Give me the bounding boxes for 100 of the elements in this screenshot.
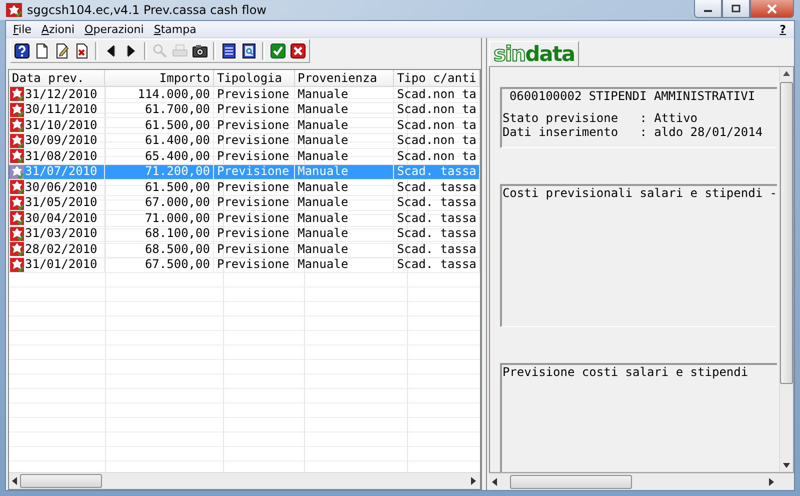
table-cell: Previsione <box>216 118 290 132</box>
detail-line: Stato previsione : Attivo <box>502 111 699 125</box>
table-cell: 61.500,00 <box>144 118 210 132</box>
table-cell: Manuale <box>298 180 348 194</box>
table-cell: Previsione <box>216 164 290 178</box>
table-row[interactable]: 31/01/2010 67.500,00 Previsione Manuale Scad. tassa <box>9 257 480 272</box>
menu-item[interactable]: File <box>8 22 36 36</box>
menu-item[interactable]: Operazioni <box>80 22 149 36</box>
table-row[interactable]: 30/09/2010 61.400,00 Previsione Manuale Scad.non ta <box>9 133 480 148</box>
table-cell: Scad. tassa <box>396 210 476 225</box>
scroll-left-icon[interactable] <box>492 478 498 486</box>
table-row[interactable]: 30/04/2010 71.000,00 Previsione Manuale Scad. tassa <box>9 210 480 226</box>
table-cell: Scad.non ta <box>396 133 476 148</box>
table-cell: 68.500,00 <box>144 242 210 256</box>
table-row[interactable]: 28/02/2010 68.500,00 Previsione Manuale Scad. tassa <box>9 242 480 257</box>
table-row[interactable]: 31/08/2010 65.400,00 Previsione Manuale Scad.non ta <box>9 148 480 164</box>
close-icon <box>766 4 778 14</box>
blank-document-icon[interactable] <box>34 43 50 59</box>
table-cell: Previsione <box>216 102 290 116</box>
table-row[interactable]: 30/11/2010 61.700,00 Previsione Manuale Scad.non ta <box>9 102 480 118</box>
table-cell: 30/04/2010 <box>25 212 98 225</box>
help-menu[interactable]: ? <box>774 22 792 36</box>
table-cell: Scad.non ta <box>396 148 476 163</box>
table-cell: 30/06/2010 <box>25 180 98 194</box>
close-button[interactable] <box>750 0 794 18</box>
record-header: 0600100002 STIPENDI AMMINISTRATIVI <box>508 89 756 103</box>
column-header[interactable]: Importo <box>104 70 214 86</box>
table-cell: 31/03/2010 <box>25 227 98 240</box>
table-cell: 67.500,00 <box>144 257 210 272</box>
table-row[interactable]: 31/03/2010 68.100,00 Previsione Manuale Scad. tassa <box>9 226 480 242</box>
scrollbar-thumb[interactable] <box>780 82 793 384</box>
table-cell: 114.000,00 <box>138 86 210 101</box>
document-cross-icon[interactable] <box>74 43 90 59</box>
table-cell: Scad. tassa <box>396 242 476 256</box>
window-title: sggcsh104.ec,v4.1 Prev.cassa cash flow <box>27 3 268 17</box>
note-text: Costi previsionali salari e stipendi - <box>502 186 777 200</box>
table-cell: Manuale <box>298 226 348 240</box>
column-header[interactable]: Tipologia <box>213 70 294 86</box>
detail-line: Dati inserimento : aldo 28/01/2014 <box>502 125 764 139</box>
table-cell: Manuale <box>298 210 348 225</box>
table-cell: Previsione <box>216 210 290 225</box>
table-row[interactable]: 31/10/2010 61.500,00 Previsione Manuale Scad.non ta <box>9 118 480 133</box>
scroll-down-icon[interactable] <box>783 463 790 468</box>
table-cell: 28/02/2010 <box>25 242 98 256</box>
scroll-right-icon[interactable] <box>769 478 775 486</box>
menu-item[interactable]: Stampa <box>148 22 202 36</box>
table-cell: Manuale <box>298 133 348 148</box>
table-cell: 67.000,00 <box>144 195 210 210</box>
table-cell: Previsione <box>216 148 290 163</box>
minimize-button[interactable] <box>694 0 722 18</box>
table-cell: Manuale <box>298 257 348 272</box>
scroll-up-icon[interactable] <box>783 71 790 76</box>
column-header[interactable]: Provenienza <box>294 70 394 86</box>
logo: sindata <box>489 41 579 66</box>
document-pencil-icon[interactable] <box>54 43 70 59</box>
table-cell: 61.500,00 <box>144 180 210 194</box>
column-header[interactable]: Tipo c/anti <box>393 70 480 86</box>
table-cell: Scad.non ta <box>396 86 476 101</box>
table-cell: Previsione <box>216 257 290 272</box>
table-cell: Scad. tassa <box>396 226 476 240</box>
table-cell: Previsione <box>216 133 290 148</box>
table-cell: Manuale <box>298 164 348 178</box>
table-row[interactable]: 31/05/2010 67.000,00 Previsione Manuale Scad. tassa <box>9 195 480 210</box>
camera-icon[interactable] <box>192 43 208 59</box>
menu-item[interactable]: Azioni <box>36 22 80 36</box>
scroll-left-icon[interactable] <box>12 477 18 485</box>
app-icon <box>6 3 22 17</box>
description-text: Previsione costi salari e stipendi <box>502 365 750 379</box>
table-cell: 30/09/2010 <box>25 134 98 148</box>
maximize-button[interactable] <box>722 0 750 18</box>
table-cell: 31/07/2010 <box>25 165 98 178</box>
table-cell: Manuale <box>298 102 348 116</box>
column-header[interactable]: Data prev. <box>9 70 104 86</box>
scrollbar-thumb[interactable] <box>510 475 632 489</box>
scroll-right-icon[interactable] <box>471 477 478 485</box>
table-cell: Previsione <box>216 242 290 256</box>
table-cell: Manuale <box>298 195 348 210</box>
help-icon[interactable] <box>14 43 30 59</box>
table-cell: 61.700,00 <box>144 102 210 116</box>
table-cell: Previsione <box>216 226 290 240</box>
table-cell: 65.400,00 <box>144 148 210 163</box>
table-cell: Scad. tassa <box>396 180 476 194</box>
table-cell: Manuale <box>298 118 348 132</box>
table-cell: Scad. tassa <box>396 195 476 210</box>
table-cell: Scad.non ta <box>396 102 476 116</box>
table-row[interactable]: 31/12/2010 114.000,00 Previsione Manuale Scad.non ta <box>9 86 480 102</box>
checkmark-icon[interactable] <box>270 43 286 59</box>
table-cell: Scad.non ta <box>396 118 476 132</box>
table-cell: 31/12/2010 <box>25 88 98 101</box>
table-row[interactable]: 30/06/2010 61.500,00 Previsione Manuale Scad. tassa <box>9 180 480 195</box>
scrollbar-thumb[interactable] <box>20 474 102 488</box>
list-document-icon[interactable] <box>221 43 237 59</box>
table-cell: 31/10/2010 <box>25 118 98 132</box>
table-cell: Manuale <box>298 242 348 256</box>
cross-icon[interactable] <box>290 43 306 59</box>
table-cell: 71.000,00 <box>144 210 210 225</box>
table-cell: 31/01/2010 <box>25 258 98 272</box>
table-cell: Scad. tassa <box>396 164 476 178</box>
magnifier-document-icon[interactable] <box>241 43 257 59</box>
table-cell: 61.400,00 <box>144 133 210 148</box>
